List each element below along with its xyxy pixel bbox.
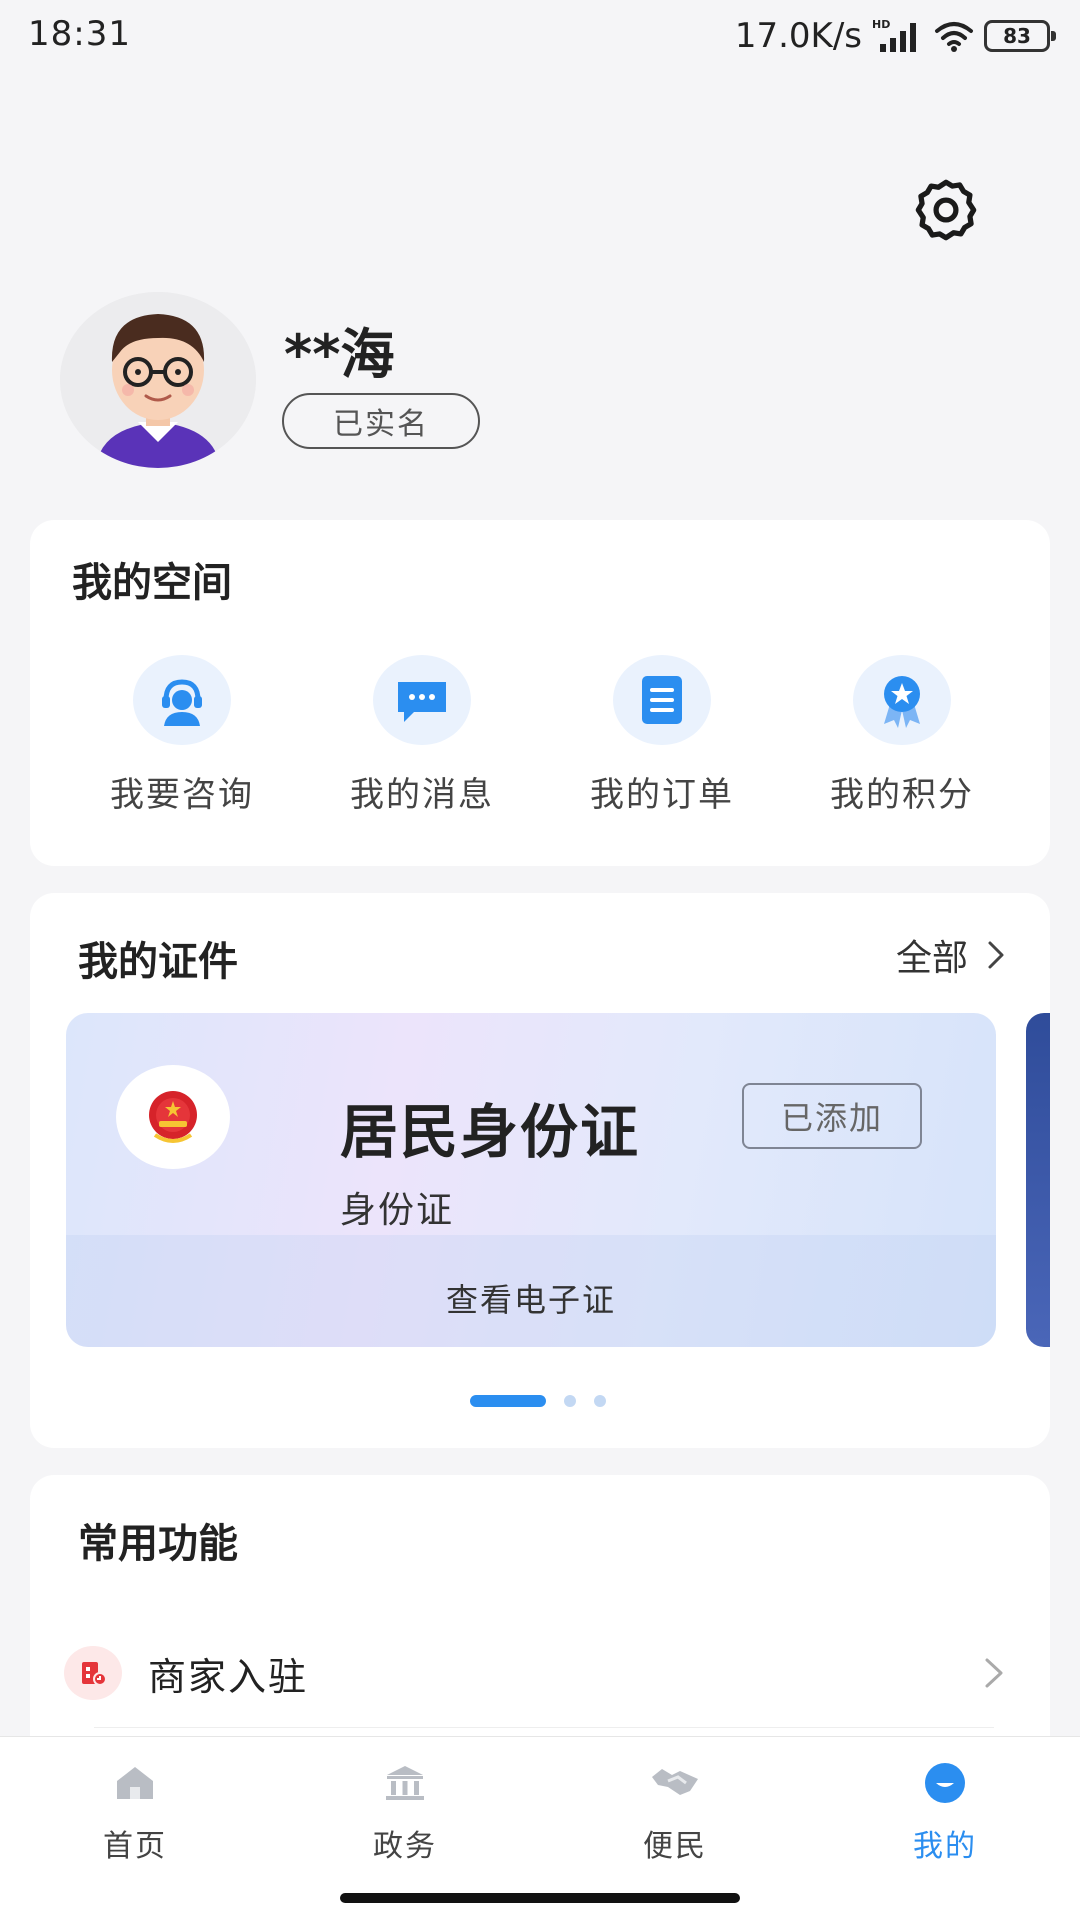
gear-icon [915,179,977,241]
chevron-right-icon [988,941,1004,969]
battery-level: 83 [1003,24,1031,48]
common-functions-title: 常用功能 [78,1521,238,1567]
verified-badge: 已实名 [282,393,480,449]
message-bubble-icon [373,655,471,745]
id-card-title: 居民身份证 [340,1098,641,1166]
nav-tab-government[interactable]: 政务 [335,1755,475,1865]
space-item-consult[interactable]: 我要咨询 [92,655,272,816]
settings-button[interactable] [906,170,986,250]
my-certificates-title: 我的证件 [78,939,238,985]
pager-dot [594,1395,606,1407]
handshake-icon [645,1755,705,1811]
space-item-label: 我的消息 [350,775,494,815]
my-certificates-card: 我的证件 全部 居民身份证 身份证 已添加 查看电子证 [30,893,1050,1448]
nav-label: 我的 [913,1829,977,1864]
nav-label: 便民 [643,1829,707,1864]
space-item-orders[interactable]: 我的订单 [572,655,752,816]
wifi-icon [935,22,973,52]
pager-dot-active [470,1395,546,1407]
list-item-label: 商家入驻 [148,1654,309,1699]
consult-headset-icon [133,655,231,745]
space-item-label: 我的订单 [590,775,734,815]
battery-icon: 83 [984,20,1056,52]
nav-tab-convenience[interactable]: 便民 [605,1755,745,1865]
national-emblem-icon [116,1065,230,1169]
order-list-icon [613,655,711,745]
points-badge-icon [853,655,951,745]
divider [94,1727,994,1728]
nav-tab-home[interactable]: 首页 [65,1755,205,1865]
avatar-illustration [60,292,256,468]
profile-icon [915,1755,975,1811]
my-page-screen: 18:31 17.0K/s HD 83 **海 已实名 我的空间 我要咨询 我的… [0,0,1080,1920]
status-indicators: 17.0K/s HD 83 [734,14,1056,58]
nav-tab-mine[interactable]: 我的 [875,1755,1015,1865]
nav-label: 政务 [373,1829,437,1864]
home-indicator[interactable] [340,1893,740,1903]
svg-text:HD: HD [872,18,890,31]
next-card-peek[interactable] [1026,1013,1050,1347]
home-icon [105,1755,165,1811]
pager-dot [564,1395,576,1407]
id-card[interactable]: 居民身份证 身份证 已添加 查看电子证 [66,1013,996,1347]
carousel-pager [470,1395,606,1407]
added-status-badge: 已添加 [742,1083,922,1149]
government-icon [375,1755,435,1811]
space-item-points[interactable]: 我的积分 [812,655,992,816]
chevron-right-icon [985,1658,1003,1688]
view-all-label: 全部 [895,938,968,979]
nav-label: 首页 [103,1829,167,1864]
avatar[interactable] [60,292,256,468]
id-card-subtitle: 身份证 [340,1190,455,1231]
view-all-certificates-link[interactable]: 全部 [896,929,1006,981]
space-item-label: 我的积分 [830,775,974,815]
space-item-label: 我要咨询 [110,775,254,815]
my-space-card: 我的空间 我要咨询 我的消息 我的订单 我的积分 [30,520,1050,866]
view-e-certificate-button[interactable]: 查看电子证 [66,1275,996,1321]
list-item-merchant-join[interactable]: 商家入驻 [30,1623,1050,1723]
merchant-icon [64,1646,122,1700]
status-time: 18:31 [28,14,131,54]
my-space-title: 我的空间 [72,560,232,606]
status-bar: 18:31 17.0K/s HD 83 [0,0,1080,72]
user-name: **海 [284,323,395,386]
space-item-messages[interactable]: 我的消息 [332,655,512,816]
hd-signal-icon: HD [872,18,916,52]
network-speed: 17.0K/s [734,16,862,56]
